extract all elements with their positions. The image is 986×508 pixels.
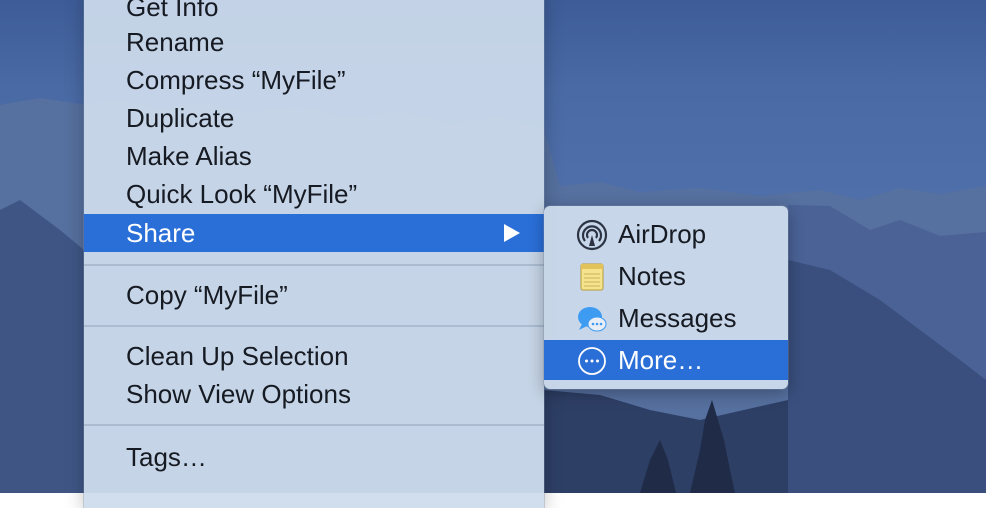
submenu-item-label: Messages	[618, 303, 737, 333]
menu-item-label: Make Alias	[126, 141, 252, 171]
menu-item-label: Compress “MyFile”	[126, 65, 346, 95]
menu-item-show-view-options[interactable]: Show View Options	[84, 375, 544, 413]
context-menu: Get Info Rename Compress “MyFile” Duplic…	[84, 0, 544, 508]
menu-separator	[84, 325, 544, 327]
submenu-item-label: More…	[618, 345, 704, 375]
submenu-item-notes[interactable]: Notes	[544, 256, 788, 296]
menu-item-clean-up-selection[interactable]: Clean Up Selection	[84, 337, 544, 375]
menu-separator	[84, 264, 544, 266]
submenu-item-more[interactable]: More…	[544, 340, 788, 380]
menu-item-tags[interactable]: Tags…	[84, 438, 544, 476]
menu-item-label: Get Info	[126, 0, 219, 22]
more-icon	[578, 347, 606, 375]
menu-item-label: Copy “MyFile”	[126, 280, 288, 310]
menu-item-label: Quick Look “MyFile”	[126, 179, 358, 209]
menu-item-make-alias[interactable]: Make Alias	[84, 137, 544, 175]
menu-item-label: Share	[126, 218, 196, 248]
submenu-arrow-icon	[504, 224, 520, 242]
menu-item-compress[interactable]: Compress “MyFile”	[84, 61, 544, 99]
menu-item-label: Tags…	[126, 442, 207, 472]
menu-item-share[interactable]: Share	[84, 214, 544, 252]
menu-item-duplicate[interactable]: Duplicate	[84, 99, 544, 137]
menu-item-quick-look[interactable]: Quick Look “MyFile”	[84, 175, 544, 213]
airdrop-icon	[576, 219, 608, 251]
submenu-item-label: Notes	[618, 261, 686, 291]
notes-icon	[580, 263, 604, 291]
menu-item-copy[interactable]: Copy “MyFile”	[84, 276, 544, 314]
submenu-item-label: AirDrop	[618, 219, 707, 249]
menu-item-label: Duplicate	[126, 103, 235, 133]
submenu-item-messages[interactable]: Messages	[544, 298, 788, 338]
menu-item-rename[interactable]: Rename	[84, 23, 544, 61]
submenu-item-airdrop[interactable]: AirDrop	[544, 214, 788, 254]
menu-item-label: Show View Options	[126, 379, 351, 409]
menu-separator	[84, 424, 544, 426]
messages-icon	[578, 307, 607, 332]
share-submenu: AirDrop Notes Messages More…	[544, 206, 788, 389]
menu-item-label: Rename	[126, 27, 225, 57]
menu-item-label: Clean Up Selection	[126, 341, 349, 371]
